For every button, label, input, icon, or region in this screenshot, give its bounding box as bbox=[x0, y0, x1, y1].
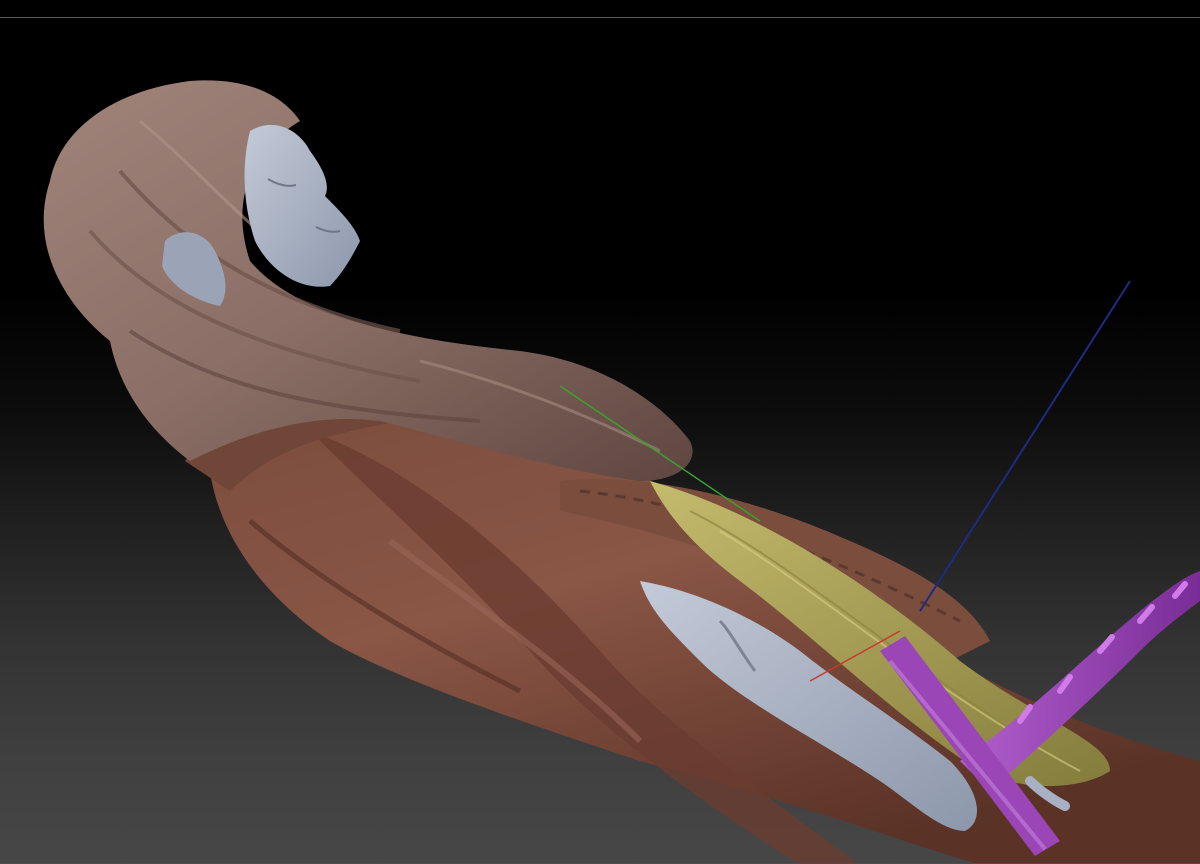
sculpt-canvas[interactable] bbox=[0, 17, 1200, 864]
sculpt-viewport-svg[interactable] bbox=[0, 17, 1200, 864]
zbrush-viewport-window bbox=[0, 0, 1200, 864]
top-toolbar-strip bbox=[0, 0, 1200, 17]
gizmo-z-axis[interactable] bbox=[919, 280, 1131, 612]
